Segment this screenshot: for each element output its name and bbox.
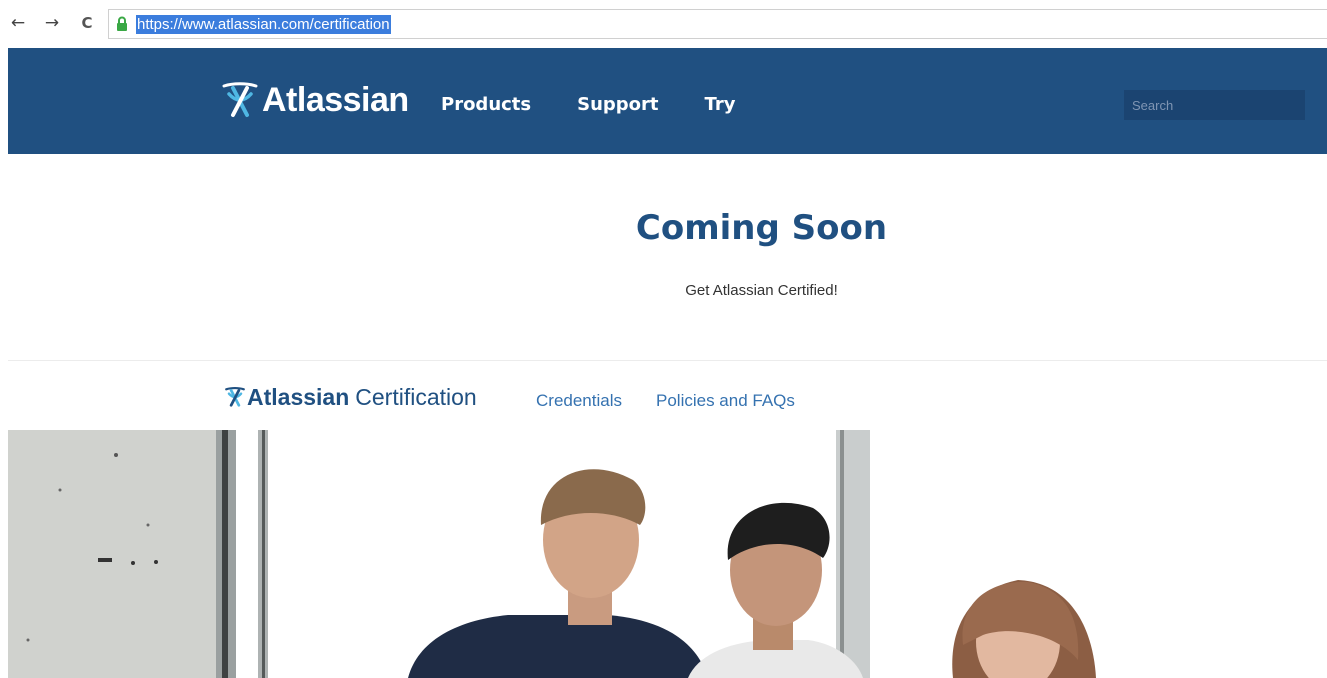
- certification-logo-light: Certification: [355, 383, 477, 410]
- lock-icon: [117, 16, 127, 31]
- hero-photo: [8, 430, 1327, 678]
- address-bar[interactable]: https://www.atlassian.com/certification: [108, 9, 1327, 39]
- atlassian-logo-icon: [225, 386, 245, 407]
- forward-arrow-icon[interactable]: →: [42, 12, 62, 34]
- page-subtitle: Get Atlassian Certified!: [685, 282, 838, 299]
- back-arrow-icon[interactable]: ←: [8, 12, 28, 34]
- nav-try[interactable]: Try: [705, 94, 736, 115]
- nav-support[interactable]: Support: [577, 94, 658, 115]
- certification-logo-bold: Atlassian: [247, 383, 350, 410]
- reload-icon[interactable]: C: [77, 12, 97, 34]
- atlassian-logo-icon: [222, 82, 258, 117]
- main-nav: Products Support Try: [441, 94, 735, 115]
- browser-toolbar: ← → C https://www.atlassian.com/certific…: [0, 0, 1327, 48]
- certification-logo[interactable]: Atlassian Certification: [224, 383, 477, 411]
- site-header: Atlassian Products Support Try: [8, 48, 1327, 154]
- subnav-credentials[interactable]: Credentials: [536, 391, 622, 411]
- subnav-links: Credentials Policies and FAQs: [536, 391, 795, 411]
- url-text[interactable]: https://www.atlassian.com/certification: [136, 15, 391, 34]
- search-input[interactable]: [1124, 90, 1305, 120]
- team-photo-image: [8, 430, 1327, 678]
- page-title: Coming Soon: [635, 208, 888, 248]
- logo-text: Atlassian: [262, 80, 409, 119]
- nav-products[interactable]: Products: [441, 94, 531, 115]
- certification-subnav: Atlassian Certification Credentials Poli…: [8, 360, 1327, 431]
- atlassian-logo[interactable]: Atlassian: [220, 78, 409, 122]
- subnav-policies-faqs[interactable]: Policies and FAQs: [656, 391, 795, 411]
